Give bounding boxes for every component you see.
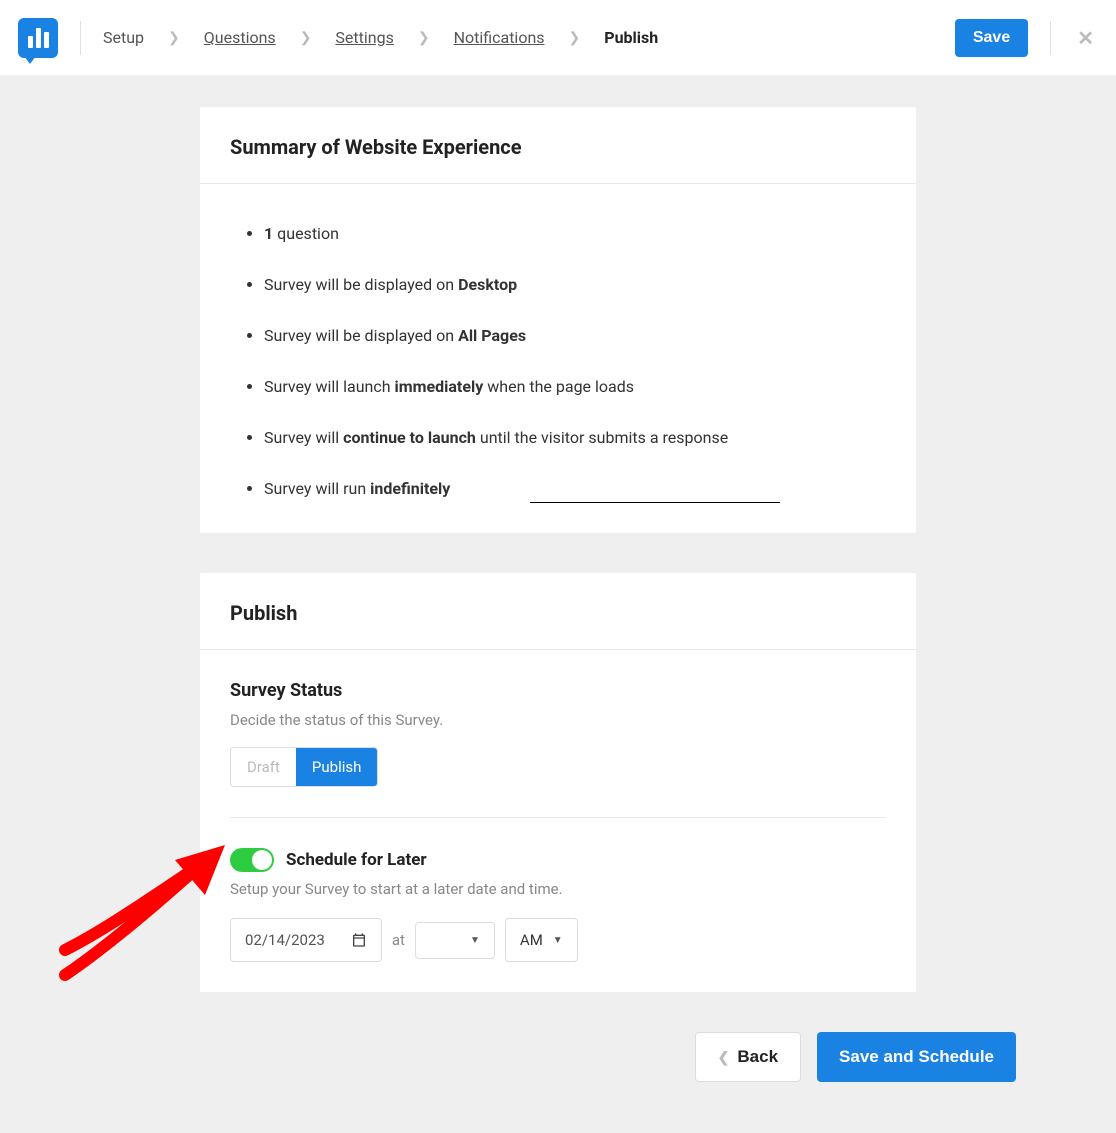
caret-down-icon: ▼ [470, 935, 480, 946]
header-right: Save ✕ [955, 19, 1098, 57]
underline-annotation [530, 502, 780, 503]
summary-item-launch: Survey will launch immediately when the … [264, 377, 886, 396]
summary-item-run: Survey will run indefinitely [264, 479, 886, 498]
back-label: Back [737, 1047, 778, 1067]
summary-item-device: Survey will be displayed on Desktop [264, 275, 886, 294]
summary-item-continue: Survey will continue to launch until the… [264, 428, 886, 447]
crumb-publish[interactable]: Publish [604, 28, 658, 47]
schedule-date-input[interactable]: 02/14/2023 [230, 918, 382, 962]
divider [80, 21, 81, 55]
chevron-right-icon: ❯ [569, 30, 581, 46]
schedule-desc: Setup your Survey to start at a later da… [230, 880, 886, 898]
status-segmented-control: Draft Publish [230, 747, 378, 787]
schedule-toggle[interactable] [230, 848, 274, 872]
schedule-datetime-row: 02/14/2023 at ▼ AM ▼ [230, 918, 886, 962]
summary-item-pages: Survey will be displayed on All Pages [264, 326, 886, 345]
crumb-settings[interactable]: Settings [335, 28, 393, 47]
summary-body: 1 question Survey will be displayed on D… [200, 184, 916, 533]
summary-card: Summary of Website Experience 1 question… [200, 107, 916, 533]
at-label: at [392, 931, 405, 949]
publish-title: Publish [200, 573, 916, 650]
chevron-right-icon: ❯ [300, 30, 312, 46]
save-button[interactable]: Save [955, 19, 1028, 57]
summary-title: Summary of Website Experience [200, 107, 916, 184]
breadcrumb: Setup ❯ Questions ❯ Settings ❯ Notificat… [103, 28, 658, 47]
toggle-knob-icon [252, 850, 272, 870]
top-header: Setup ❯ Questions ❯ Settings ❯ Notificat… [0, 0, 1116, 75]
divider [1050, 21, 1051, 55]
schedule-ampm-select[interactable]: AM ▼ [505, 918, 578, 962]
chevron-right-icon: ❯ [418, 30, 430, 46]
footer-actions: ❮ Back Save and Schedule [100, 1032, 1016, 1112]
calendar-icon [351, 932, 367, 948]
app-logo [18, 18, 58, 58]
crumb-setup[interactable]: Setup [103, 28, 144, 47]
schedule-date-value: 02/14/2023 [245, 931, 325, 949]
crumb-questions[interactable]: Questions [204, 28, 276, 47]
publish-body: Survey Status Decide the status of this … [200, 650, 916, 992]
schedule-toggle-row: Schedule for Later [230, 848, 886, 872]
schedule-hour-select[interactable]: ▼ [415, 922, 495, 959]
crumb-notifications[interactable]: Notifications [454, 28, 545, 47]
publish-card: Publish Survey Status Decide the status … [200, 573, 916, 992]
summary-list: 1 question Survey will be displayed on D… [230, 224, 886, 498]
caret-down-icon: ▼ [553, 935, 563, 946]
save-and-schedule-button[interactable]: Save and Schedule [817, 1032, 1016, 1082]
chevron-right-icon: ❯ [168, 30, 180, 46]
question-count: 1 [264, 224, 273, 243]
logo-bars-icon [28, 28, 49, 48]
survey-status-desc: Decide the status of this Survey. [230, 711, 886, 729]
content-wrap: Summary of Website Experience 1 question… [200, 107, 916, 992]
back-button[interactable]: ❮ Back [695, 1032, 801, 1082]
chevron-left-icon: ❮ [718, 1049, 730, 1066]
survey-status-heading: Survey Status [230, 680, 886, 701]
summary-item-questions: 1 question [264, 224, 886, 243]
divider [230, 817, 886, 818]
status-publish-button[interactable]: Publish [296, 748, 377, 786]
schedule-toggle-label: Schedule for Later [286, 850, 427, 870]
status-draft-button[interactable]: Draft [231, 748, 296, 786]
ampm-value: AM [520, 931, 543, 949]
close-icon[interactable]: ✕ [1073, 22, 1098, 54]
